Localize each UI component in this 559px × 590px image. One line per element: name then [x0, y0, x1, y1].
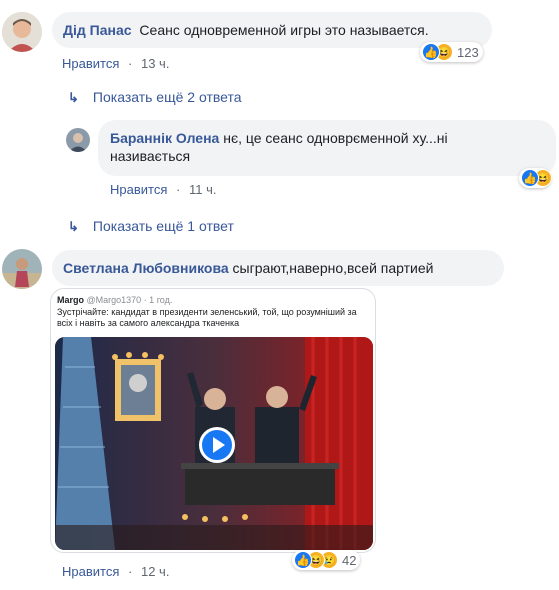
comment-meta: Нравится · 12 ч. — [62, 564, 169, 579]
comment-author[interactable]: Дід Панас — [63, 22, 132, 38]
tweet-author: Margo — [57, 295, 84, 305]
avatar-image-icon — [2, 12, 42, 52]
comment-text: Сеанс одновременной игры это называется. — [139, 22, 429, 38]
show-more-replies-label: Показать ещё 1 ответ — [92, 218, 234, 234]
comment-author[interactable]: Светлана Любовникова — [63, 260, 229, 276]
video-thumbnail[interactable] — [55, 337, 373, 550]
comment-bubble: Светлана Любовникова сыграют,наверно,все… — [52, 250, 504, 286]
like-link[interactable]: Нравится — [110, 182, 167, 197]
show-more-replies-link[interactable]: ↳ Показать ещё 2 ответа — [68, 89, 242, 106]
avatar-image-icon — [66, 128, 90, 152]
tweet-text: Зустрічайте: кандидат в президенти зелен… — [57, 307, 357, 328]
avatar[interactable] — [2, 12, 42, 52]
tweet-handle: @Margo1370 · 1 год. — [86, 295, 173, 305]
comment-meta: Нравится · 13 ч. — [62, 56, 169, 71]
reaction-count: 42 — [342, 552, 357, 568]
play-icon — [212, 437, 225, 453]
like-icon: 👍 — [521, 169, 539, 187]
show-more-replies-label: Показать ещё 2 ответа — [92, 89, 242, 105]
meta-separator: · — [176, 182, 181, 197]
reply-text-line2: називається — [110, 148, 191, 164]
reply-time[interactable]: 11 ч. — [189, 182, 217, 197]
avatar[interactable] — [2, 249, 42, 289]
reactions-summary[interactable]: 👍 😆 😢 42 — [292, 550, 361, 570]
comment-time[interactable]: 12 ч. — [141, 564, 169, 579]
play-button[interactable] — [199, 427, 235, 463]
meta-separator: · — [128, 56, 133, 71]
reply-bubble: Бараннік Олена нє, це сеанс одноврєменно… — [98, 120, 556, 176]
reply-text-line1: нє, це сеанс одноврєменной ху...ні — [219, 130, 448, 146]
reply-meta: Нравится · 11 ч. — [110, 182, 216, 197]
like-icon: 👍 — [422, 43, 440, 61]
attachment-image[interactable]: Margo @Margo1370 · 1 год. Зустрічайте: к… — [50, 288, 376, 553]
like-link[interactable]: Нравится — [62, 564, 119, 579]
reactions-summary[interactable]: 👍 😆 123 — [420, 42, 483, 62]
comment-time[interactable]: 13 ч. — [141, 56, 169, 71]
like-link[interactable]: Нравится — [62, 56, 119, 71]
reaction-count: 123 — [457, 44, 479, 60]
reply-arrow-icon: ↳ — [68, 219, 79, 234]
reactions-summary[interactable]: 👍 😆 — [519, 168, 552, 188]
comment-text: сыграют,наверно,всей партией — [228, 260, 434, 276]
reply-arrow-icon: ↳ — [68, 90, 79, 105]
tweet-header: Margo @Margo1370 · 1 год. Зустрічайте: к… — [51, 289, 375, 329]
avatar[interactable] — [66, 128, 90, 152]
like-icon: 👍 — [294, 551, 312, 569]
meta-separator: · — [128, 564, 133, 579]
show-more-replies-link[interactable]: ↳ Показать ещё 1 ответ — [68, 218, 234, 235]
reply-author[interactable]: Бараннік Олена — [110, 130, 219, 146]
avatar-image-icon — [2, 249, 42, 289]
